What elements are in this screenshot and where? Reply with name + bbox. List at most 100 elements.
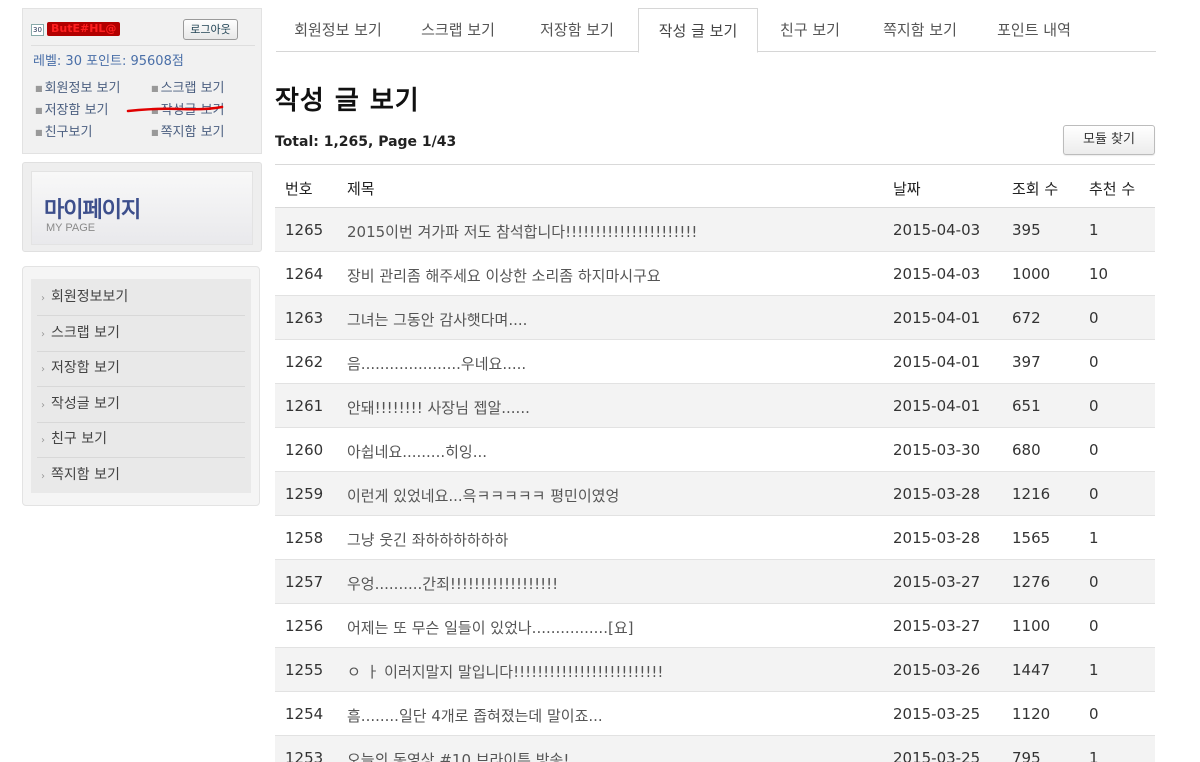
post-date: 2015-03-25: [893, 749, 981, 762]
mypage-banner: 마이페이지 MY PAGE: [22, 162, 262, 252]
post-number: 1255: [285, 661, 324, 679]
column-header-date: 날짜: [893, 180, 921, 198]
post-title-link[interactable]: 그냥 웃긴 좌하하하하하하: [347, 529, 508, 550]
post-title-link[interactable]: 안돼!!!!!!!! 사장님 젭알......: [347, 397, 530, 418]
post-views: 1447: [1012, 661, 1051, 679]
quick-link-label: 회원정보 보기: [44, 81, 121, 96]
post-title-link[interactable]: 이런게 있었네요...윽ㅋㅋㅋㅋㅋ 평민이였엉: [347, 485, 619, 506]
side-menu-item-scrap[interactable]: › 스크랩 보기: [31, 315, 251, 351]
post-recommends: 0: [1089, 309, 1099, 327]
logout-button[interactable]: 로그아웃: [183, 19, 238, 40]
post-title-link[interactable]: 흠........일단 4개로 좁혀졌는데 말이죠...: [347, 705, 603, 726]
post-views: 680: [1012, 441, 1041, 459]
table-row: 1258 그냥 웃긴 좌하하하하하하 2015-03-28 1565 1: [275, 516, 1155, 560]
post-date: 2015-04-01: [893, 353, 981, 371]
post-recommends: 0: [1089, 705, 1099, 723]
quick-link-scrap[interactable]: ■ 스크랩 보기: [151, 77, 225, 96]
divider: [31, 45, 255, 46]
level-badge-icon: 30: [31, 24, 44, 36]
table-row: 1254 흠........일단 4개로 좁혀졌는데 말이죠... 2015-03-…: [275, 692, 1155, 736]
tab-friends[interactable]: 친구 보기: [758, 8, 862, 52]
tab-my-posts[interactable]: 작성 글 보기: [638, 8, 758, 53]
chevron-right-icon: ›: [41, 471, 45, 482]
post-number: 1259: [285, 485, 324, 503]
red-underline-mark: [126, 105, 224, 113]
mypage-title: 마이페이지: [44, 198, 141, 223]
post-date: 2015-04-03: [893, 265, 981, 283]
tab-saved[interactable]: 저장함 보기: [516, 8, 638, 52]
post-date: 2015-04-03: [893, 221, 981, 239]
post-title-link[interactable]: 오늘의 동영상 #10 브라이튼 방송!: [347, 749, 569, 762]
column-header-views: 조회 수: [1012, 180, 1059, 198]
post-date: 2015-03-25: [893, 705, 981, 723]
post-views: 1276: [1012, 573, 1051, 591]
quick-link-label: 쪽지함 보기: [160, 125, 225, 140]
tab-scrap[interactable]: 스크랩 보기: [400, 8, 516, 52]
side-menu-label: 저장함 보기: [51, 360, 120, 376]
quick-link-label: 스크랩 보기: [160, 81, 225, 96]
chevron-right-icon: ›: [41, 435, 45, 446]
quick-link-friends[interactable]: ■ 친구보기: [35, 121, 92, 140]
tab-messages[interactable]: 쪽지함 보기: [862, 8, 978, 52]
post-views: 395: [1012, 221, 1041, 239]
find-module-button[interactable]: 모듈 찾기: [1063, 125, 1155, 155]
post-number: 1254: [285, 705, 324, 723]
post-date: 2015-03-28: [893, 529, 981, 547]
table-row: 1265 2015이번 겨가파 저도 참석합니다!!!!!!!!!!!!!!!!!…: [275, 208, 1155, 252]
mypage-subtitle: MY PAGE: [46, 222, 96, 234]
user-header: 30 ButE#HL@ 로그아웃: [31, 19, 255, 43]
post-number: 1265: [285, 221, 324, 239]
bullet-icon: ■: [151, 84, 159, 93]
table-row: 1257 우엉..........간죄!!!!!!!!!!!!!!!!!! 2015…: [275, 560, 1155, 604]
side-menu-item-profile[interactable]: › 회원정보보기: [31, 279, 251, 315]
side-menu-item-saved[interactable]: › 저장함 보기: [31, 350, 251, 386]
table-header: 번호 제목 날짜 조회 수 추천 수: [275, 164, 1155, 208]
side-menu: › 회원정보보기 › 스크랩 보기 › 저장함 보기 › 작성글 보기 › 친구 보기 ›…: [22, 266, 260, 506]
quick-link-saved[interactable]: ■ 저장함 보기: [35, 99, 109, 118]
column-header-recommends: 추천 수: [1089, 180, 1136, 198]
table-row: 1264 장비 관리좀 해주세요 이상한 소리좀 하지마시구요 2015-04-03…: [275, 252, 1155, 296]
side-menu-item-friends[interactable]: › 친구 보기: [31, 421, 251, 457]
user-info-box: 30 ButE#HL@ 로그아웃 레벨: 30 포인트: 95608점 ■ 회원정…: [22, 8, 262, 154]
table-row: 1253 오늘의 동영상 #10 브라이튼 방송! 2015-03-25 795 1: [275, 736, 1155, 762]
side-menu-item-messages[interactable]: › 쪽지함 보기: [31, 457, 251, 493]
post-views: 1216: [1012, 485, 1051, 503]
post-date: 2015-03-28: [893, 485, 981, 503]
post-title-link[interactable]: 2015이번 겨가파 저도 참석합니다!!!!!!!!!!!!!!!!!!!!!…: [347, 221, 697, 242]
table-row: 1263 그녀는 그동안 감사햇다며.... 2015-04-01 672 0: [275, 296, 1155, 340]
post-title-link[interactable]: 장비 관리좀 해주세요 이상한 소리좀 하지마시구요: [347, 265, 661, 286]
post-number: 1256: [285, 617, 324, 635]
column-header-title: 제목: [347, 180, 375, 198]
table-row: 1259 이런게 있었네요...윽ㅋㅋㅋㅋㅋ 평민이였엉 2015-03-28 121…: [275, 472, 1155, 516]
table-row: 1260 아쉽네요.........히잉... 2015-03-30 680 0: [275, 428, 1155, 472]
quick-link-profile[interactable]: ■ 회원정보 보기: [35, 77, 120, 96]
post-recommends: 1: [1089, 529, 1099, 547]
post-recommends: 1: [1089, 221, 1099, 239]
post-number: 1263: [285, 309, 324, 327]
post-recommends: 0: [1089, 397, 1099, 415]
post-recommends: 0: [1089, 485, 1099, 503]
tab-points[interactable]: 포인트 내역: [978, 8, 1090, 52]
post-title-link[interactable]: 그녀는 그동안 감사햇다며....: [347, 309, 527, 330]
post-views: 651: [1012, 397, 1041, 415]
post-recommends: 0: [1089, 353, 1099, 371]
post-title-link[interactable]: 어제는 또 무슨 일들이 있었나................[요]: [347, 617, 633, 638]
post-title-link[interactable]: 아쉽네요.........히잉...: [347, 441, 487, 462]
bullet-icon: ■: [151, 128, 159, 137]
post-number: 1257: [285, 573, 324, 591]
tab-bar: 회원정보 보기 스크랩 보기 저장함 보기 작성 글 보기 친구 보기 쪽지함 …: [276, 8, 1156, 53]
side-menu-label: 회원정보보기: [51, 289, 129, 305]
post-recommends: 10: [1089, 265, 1109, 283]
post-title-link[interactable]: 우엉..........간죄!!!!!!!!!!!!!!!!!!: [347, 573, 558, 594]
chevron-right-icon: ›: [41, 329, 45, 340]
post-title-link[interactable]: 음.....................우네요.....: [347, 353, 526, 374]
side-menu-item-my-posts[interactable]: › 작성글 보기: [31, 386, 251, 422]
post-title-link[interactable]: ㅇ ㅏ 이러지말지 말입니다!!!!!!!!!!!!!!!!!!!!!!!!!: [347, 661, 663, 682]
post-number: 1260: [285, 441, 324, 459]
user-nickname[interactable]: ButE#HL@: [47, 22, 121, 36]
quick-link-messages[interactable]: ■ 쪽지함 보기: [151, 121, 225, 140]
post-recommends: 0: [1089, 573, 1099, 591]
tab-profile[interactable]: 회원정보 보기: [276, 8, 400, 52]
post-number: 1264: [285, 265, 324, 283]
post-views: 1100: [1012, 617, 1051, 635]
